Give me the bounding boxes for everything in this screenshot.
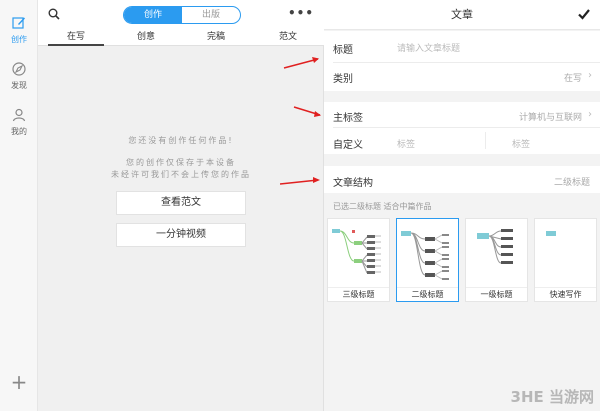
rail-item-mine[interactable]: 我的: [0, 102, 38, 142]
arrow-head-icon: [312, 57, 319, 63]
pencil-icon: [12, 17, 25, 29]
article-editor-pane: 文章 标题 请输入文章标题 类别 在写 › 主标签 计算机与互联网 › 自定义 …: [324, 0, 600, 411]
tags-group: 主标签 计算机与互联网 › 自定义 标签 标签: [324, 102, 600, 154]
segment-publish[interactable]: 出版: [182, 7, 240, 23]
one-minute-video-button[interactable]: 一分钟视频: [116, 223, 246, 247]
template-caption: 一级标题: [466, 287, 527, 301]
custom-tag-label: 自定义: [333, 140, 363, 151]
rail-item-create[interactable]: 创作: [0, 10, 38, 50]
app-window: 创作 发现 我的 + 创作 出版 ••• 在写 创意 完稿 范文 您还没有创作任…: [0, 0, 600, 411]
arrow-line: [283, 58, 319, 69]
segment-create[interactable]: 创作: [124, 7, 182, 23]
status-tabs: 在写 创意 完稿 范文: [38, 30, 324, 46]
basic-info-group: 标题 请输入文章标题 类别 在写 ›: [324, 31, 600, 91]
watermark-logo: 3HE 当游网: [510, 388, 594, 406]
template-caption: 三级标题: [328, 287, 389, 301]
rail-label: 发现: [11, 81, 27, 90]
add-button[interactable]: +: [0, 372, 38, 392]
mindmap-thumbnail-icon: [546, 231, 556, 236]
tab-ideas[interactable]: 创意: [118, 30, 174, 46]
chevron-right-icon: ›: [588, 70, 592, 81]
search-icon[interactable]: [48, 8, 60, 20]
editor-header: 文章: [324, 0, 600, 30]
main-tag-value[interactable]: 计算机与互联网: [519, 110, 582, 123]
divider: [333, 127, 600, 128]
arrow-head-icon: [313, 177, 320, 183]
annotation-arrows: [280, 57, 321, 185]
structure-value: 二级标题: [553, 178, 590, 188]
tab-writing[interactable]: 在写: [48, 30, 104, 46]
tab-finished[interactable]: 完稿: [188, 30, 244, 46]
template-card[interactable]: 快速写作: [534, 218, 597, 302]
category-value[interactable]: 在写: [564, 71, 582, 84]
structure-templates: 三级标题 二级标题 一级标题 快速写作: [324, 214, 600, 306]
divider: [333, 62, 600, 63]
template-card[interactable]: 三级标题: [327, 218, 390, 302]
custom-tag-input-2[interactable]: 标签: [512, 137, 530, 150]
template-caption: 二级标题: [397, 287, 458, 301]
category-label: 类别: [333, 74, 353, 85]
works-toolbar: 创作 出版 •••: [38, 0, 324, 30]
mindmap-thumbnail-icon: [332, 229, 381, 274]
custom-tag-input-1[interactable]: 标签: [397, 137, 415, 150]
rail-label: 创作: [11, 35, 27, 44]
arrow-head-icon: [314, 111, 321, 117]
mindmap-thumbnail-icon: [401, 231, 449, 280]
chevron-right-icon: ›: [588, 109, 592, 120]
structure-hint: 已选二级标题 适合中篇作品: [333, 202, 432, 211]
template-card[interactable]: 一级标题: [465, 218, 528, 302]
page-title: 文章: [451, 8, 473, 21]
rail-item-discover[interactable]: 发现: [0, 56, 38, 96]
more-menu-icon[interactable]: •••: [288, 7, 314, 19]
arrow-line: [280, 179, 319, 185]
view-samples-button[interactable]: 查看范文: [116, 191, 246, 215]
structure-row[interactable]: 文章结构 二级标题: [324, 166, 600, 193]
user-icon: [12, 108, 26, 122]
title-input[interactable]: 请输入文章标题: [397, 41, 460, 54]
title-label: 标题: [333, 45, 353, 56]
divider: [485, 132, 486, 149]
compass-icon: [12, 62, 26, 76]
left-rail: 创作 发现 我的 +: [0, 0, 38, 411]
template-card-selected[interactable]: 二级标题: [396, 218, 459, 302]
structure-label: 文章结构: [333, 178, 373, 189]
tab-samples[interactable]: 范文: [260, 30, 316, 46]
main-tag-label: 主标签: [333, 113, 363, 124]
confirm-check-icon[interactable]: [578, 8, 590, 20]
template-caption: 快速写作: [535, 287, 596, 301]
mode-segmented-control: 创作 出版: [123, 6, 241, 24]
rail-label: 我的: [11, 127, 27, 136]
mindmap-thumbnail-icon: [477, 229, 513, 264]
